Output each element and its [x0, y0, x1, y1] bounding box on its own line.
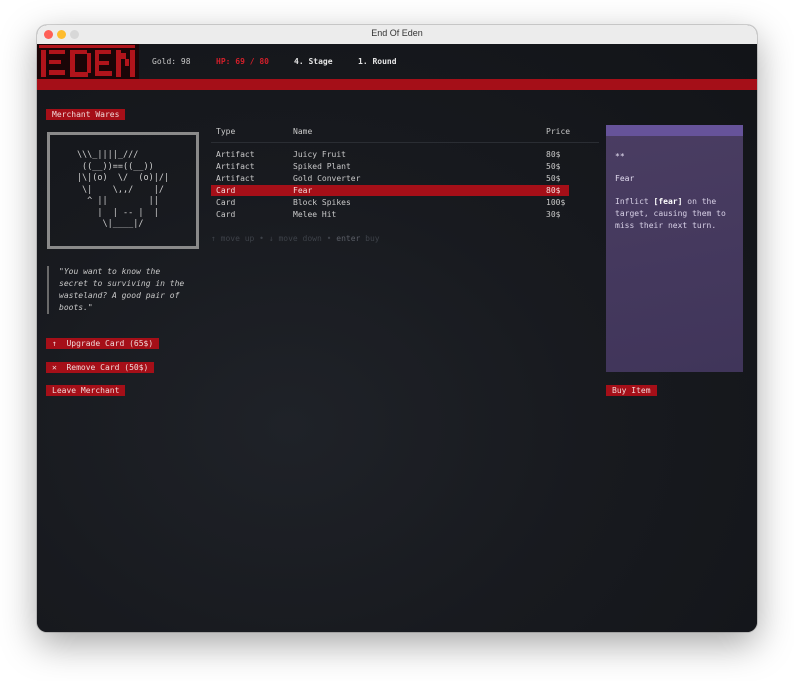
close-x-icon: ✕: [52, 363, 57, 372]
header-divider-bar: [37, 79, 757, 90]
remove-card-button[interactable]: ✕ Remove Card (50$): [46, 362, 155, 373]
hint-enter-key: enter: [336, 234, 361, 243]
hint-buy: buy: [360, 234, 380, 243]
row-price: 80$: [546, 150, 561, 159]
row-name: Juicy Fruit: [293, 150, 346, 159]
table-row[interactable]: Artifact Spiked Plant 50$: [211, 161, 569, 172]
row-type: Card: [216, 210, 236, 219]
row-name: Gold Converter: [293, 174, 361, 183]
row-name: Block Spikes: [293, 198, 351, 207]
card-description: Inflict [fear] on the target, causing th…: [615, 196, 737, 232]
row-name: Spiked Plant: [293, 162, 351, 171]
row-name: Fear: [293, 186, 313, 195]
row-price: 100$: [546, 198, 566, 207]
row-type: Artifact: [216, 162, 255, 171]
window-title: End Of Eden: [371, 28, 423, 38]
title-bar: End Of Eden: [37, 25, 757, 45]
hp-counter: HP: 69 / 80: [216, 57, 269, 66]
buy-item-button[interactable]: Buy Item: [606, 385, 657, 396]
hint-move-up: ↑ move up: [211, 234, 255, 243]
merchant-wares-label: Merchant Wares: [46, 109, 126, 120]
hint-separator: •: [321, 234, 337, 243]
hint-separator: •: [254, 234, 269, 243]
column-header-name: Name: [293, 127, 313, 136]
row-type: Artifact: [216, 150, 255, 159]
gold-counter: Gold: 98: [152, 57, 191, 66]
hint-move-down: ↓ move down: [268, 234, 322, 243]
row-type: Card: [216, 198, 236, 207]
game-logo: [37, 44, 139, 79]
column-header-price: Price: [546, 127, 571, 136]
merchant-ascii-art: \\\_||||_/// ((__))==((__)) |\|(o) \/ (o…: [47, 132, 199, 249]
row-type: Card: [216, 186, 236, 195]
ascii-portrait: \\\_||||_/// ((__))==((__)) |\|(o) \/ (o…: [76, 150, 170, 230]
app-window: End Of Eden Gold: 98 HP: 69 / 80 4. Stag…: [37, 25, 757, 632]
arrow-up-icon: ↑: [52, 339, 57, 348]
table-header-divider: [211, 142, 599, 143]
stage-indicator: 4. Stage: [294, 57, 333, 66]
game-screen: Gold: 98 HP: 69 / 80 4. Stage 1. Round M…: [37, 44, 757, 632]
row-type: Artifact: [216, 174, 255, 183]
leave-merchant-button[interactable]: Leave Merchant: [46, 385, 126, 396]
keyboard-hint: ↑ move up • ↓ move down • enter buy: [211, 234, 380, 243]
table-row[interactable]: Artifact Gold Converter 50$: [211, 173, 569, 184]
upgrade-card-button[interactable]: ↑ Upgrade Card (65$): [46, 338, 160, 349]
table-row[interactable]: Card Block Spikes 100$: [211, 197, 569, 208]
row-price: 30$: [546, 210, 561, 219]
table-row[interactable]: Artifact Juicy Fruit 80$: [211, 149, 569, 160]
merchant-quote: "You want to know the secret to survivin…: [47, 266, 191, 314]
status-keyword: [fear]: [653, 197, 683, 206]
desc-text: Inflict: [615, 197, 654, 206]
round-indicator: 1. Round: [358, 57, 397, 66]
row-price: 50$: [546, 174, 561, 183]
upgrade-card-label: Upgrade Card (65$): [66, 339, 154, 348]
row-name: Melee Hit: [293, 210, 337, 219]
row-price: 80$: [546, 186, 561, 195]
item-detail-card: ** Fear Inflict [fear] on the target, ca…: [606, 125, 743, 372]
remove-card-label: Remove Card (50$): [66, 363, 149, 372]
card-title: Fear: [615, 174, 635, 183]
table-row[interactable]: Card Melee Hit 30$: [211, 209, 569, 220]
column-header-type: Type: [216, 127, 236, 136]
row-price: 50$: [546, 162, 561, 171]
card-cost-stars: **: [615, 152, 625, 161]
table-row-selected[interactable]: Card Fear 80$: [211, 185, 569, 196]
card-header-strip: [606, 125, 743, 136]
